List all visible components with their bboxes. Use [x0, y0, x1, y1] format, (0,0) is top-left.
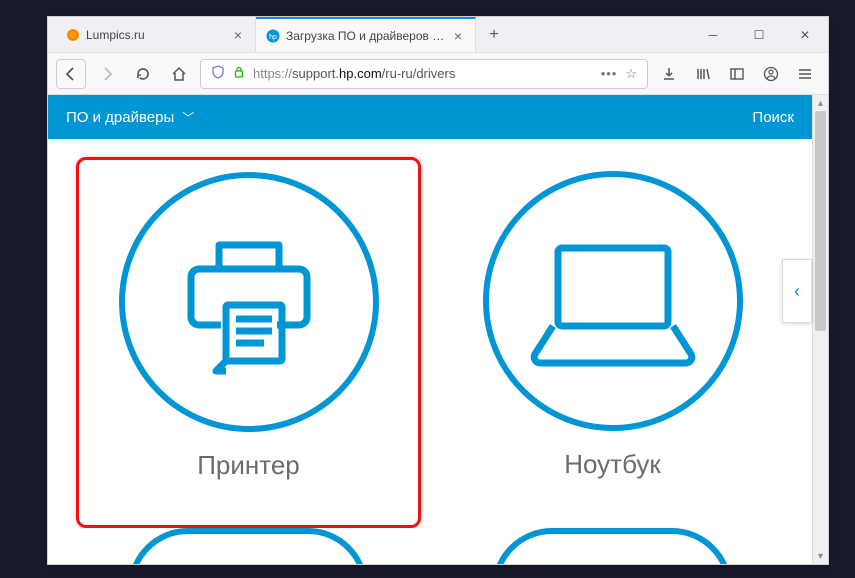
- minimize-button[interactable]: ─: [690, 17, 736, 52]
- maximize-button[interactable]: ☐: [736, 17, 782, 52]
- page-content: ПО и драйверы ﹀ Поиск: [48, 95, 812, 564]
- library-button[interactable]: [688, 59, 718, 89]
- category-label: ПО и драйверы: [66, 109, 174, 126]
- scroll-down-button[interactable]: ▾: [813, 548, 828, 564]
- window-controls: ─ ☐ ✕: [690, 17, 828, 52]
- printer-icon: [164, 217, 334, 387]
- url-host: hp.com: [339, 66, 382, 81]
- tracking-shield-icon[interactable]: [211, 65, 225, 82]
- device-card-laptop[interactable]: Ноутбук: [441, 157, 784, 528]
- browser-window: Lumpics.ru × hp Загрузка ПО и драйверов …: [47, 16, 829, 565]
- tab-strip: Lumpics.ru × hp Загрузка ПО и драйверов …: [48, 17, 690, 52]
- tab-lumpics[interactable]: Lumpics.ru ×: [56, 17, 256, 52]
- forward-button[interactable]: [92, 59, 122, 89]
- downloads-button[interactable]: [654, 59, 684, 89]
- scroll-thumb[interactable]: [815, 111, 826, 331]
- peek-circle[interactable]: [76, 528, 420, 564]
- toolbar-right: [654, 59, 820, 89]
- chevron-down-icon: ﹀: [182, 109, 194, 126]
- favicon-hp-icon: hp: [266, 29, 280, 43]
- lock-icon[interactable]: [233, 66, 245, 81]
- titlebar: Lumpics.ru × hp Загрузка ПО и драйверов …: [48, 17, 828, 53]
- back-button[interactable]: [56, 59, 86, 89]
- side-flyout-tab[interactable]: ‹: [782, 259, 812, 323]
- card-label: Принтер: [197, 450, 300, 481]
- home-button[interactable]: [164, 59, 194, 89]
- sidebar-button[interactable]: [722, 59, 752, 89]
- url-host-left: support.: [292, 66, 339, 81]
- nav-toolbar: https://support.hp.com/ru-ru/drivers •••…: [48, 53, 828, 95]
- chevron-left-icon: ‹: [794, 281, 800, 302]
- close-icon[interactable]: ×: [451, 29, 465, 43]
- account-button[interactable]: [756, 59, 786, 89]
- new-tab-button[interactable]: +: [476, 17, 512, 52]
- hp-category-bar: ПО и драйверы ﹀ Поиск: [48, 95, 812, 139]
- url-text: https://support.hp.com/ru-ru/drivers: [253, 66, 593, 81]
- url-scheme: https://: [253, 66, 292, 81]
- scroll-up-button[interactable]: ▴: [813, 95, 828, 111]
- tab-hp-drivers[interactable]: hp Загрузка ПО и драйверов HP ×: [256, 17, 476, 52]
- laptop-icon: [523, 216, 703, 386]
- svg-text:hp: hp: [269, 34, 277, 41]
- peek-circle[interactable]: [440, 528, 784, 564]
- page-actions-icon[interactable]: •••: [601, 66, 618, 81]
- reload-button[interactable]: [128, 59, 158, 89]
- tab-title: Загрузка ПО и драйверов HP: [286, 29, 445, 43]
- device-card-printer[interactable]: Принтер: [76, 157, 421, 528]
- vertical-scrollbar[interactable]: ▴ ▾: [812, 95, 828, 564]
- url-bar[interactable]: https://support.hp.com/ru-ru/drivers •••…: [200, 59, 648, 89]
- next-row-peek: [48, 528, 812, 564]
- card-label: Ноутбук: [564, 449, 661, 480]
- viewport: ПО и драйверы ﹀ Поиск: [48, 95, 828, 564]
- tab-title: Lumpics.ru: [86, 28, 225, 42]
- favicon-orange-icon: [66, 28, 80, 42]
- category-dropdown[interactable]: ПО и драйверы ﹀: [66, 109, 194, 126]
- close-window-button[interactable]: ✕: [782, 17, 828, 52]
- device-card-row: Принтер Ноутбук: [48, 139, 812, 528]
- card-circle: [483, 171, 743, 431]
- menu-button[interactable]: [790, 59, 820, 89]
- search-link[interactable]: Поиск: [752, 109, 794, 126]
- bookmark-star-icon[interactable]: ☆: [625, 66, 637, 82]
- close-icon[interactable]: ×: [231, 28, 245, 42]
- card-circle: [119, 172, 379, 432]
- url-path: /ru-ru/drivers: [382, 66, 456, 81]
